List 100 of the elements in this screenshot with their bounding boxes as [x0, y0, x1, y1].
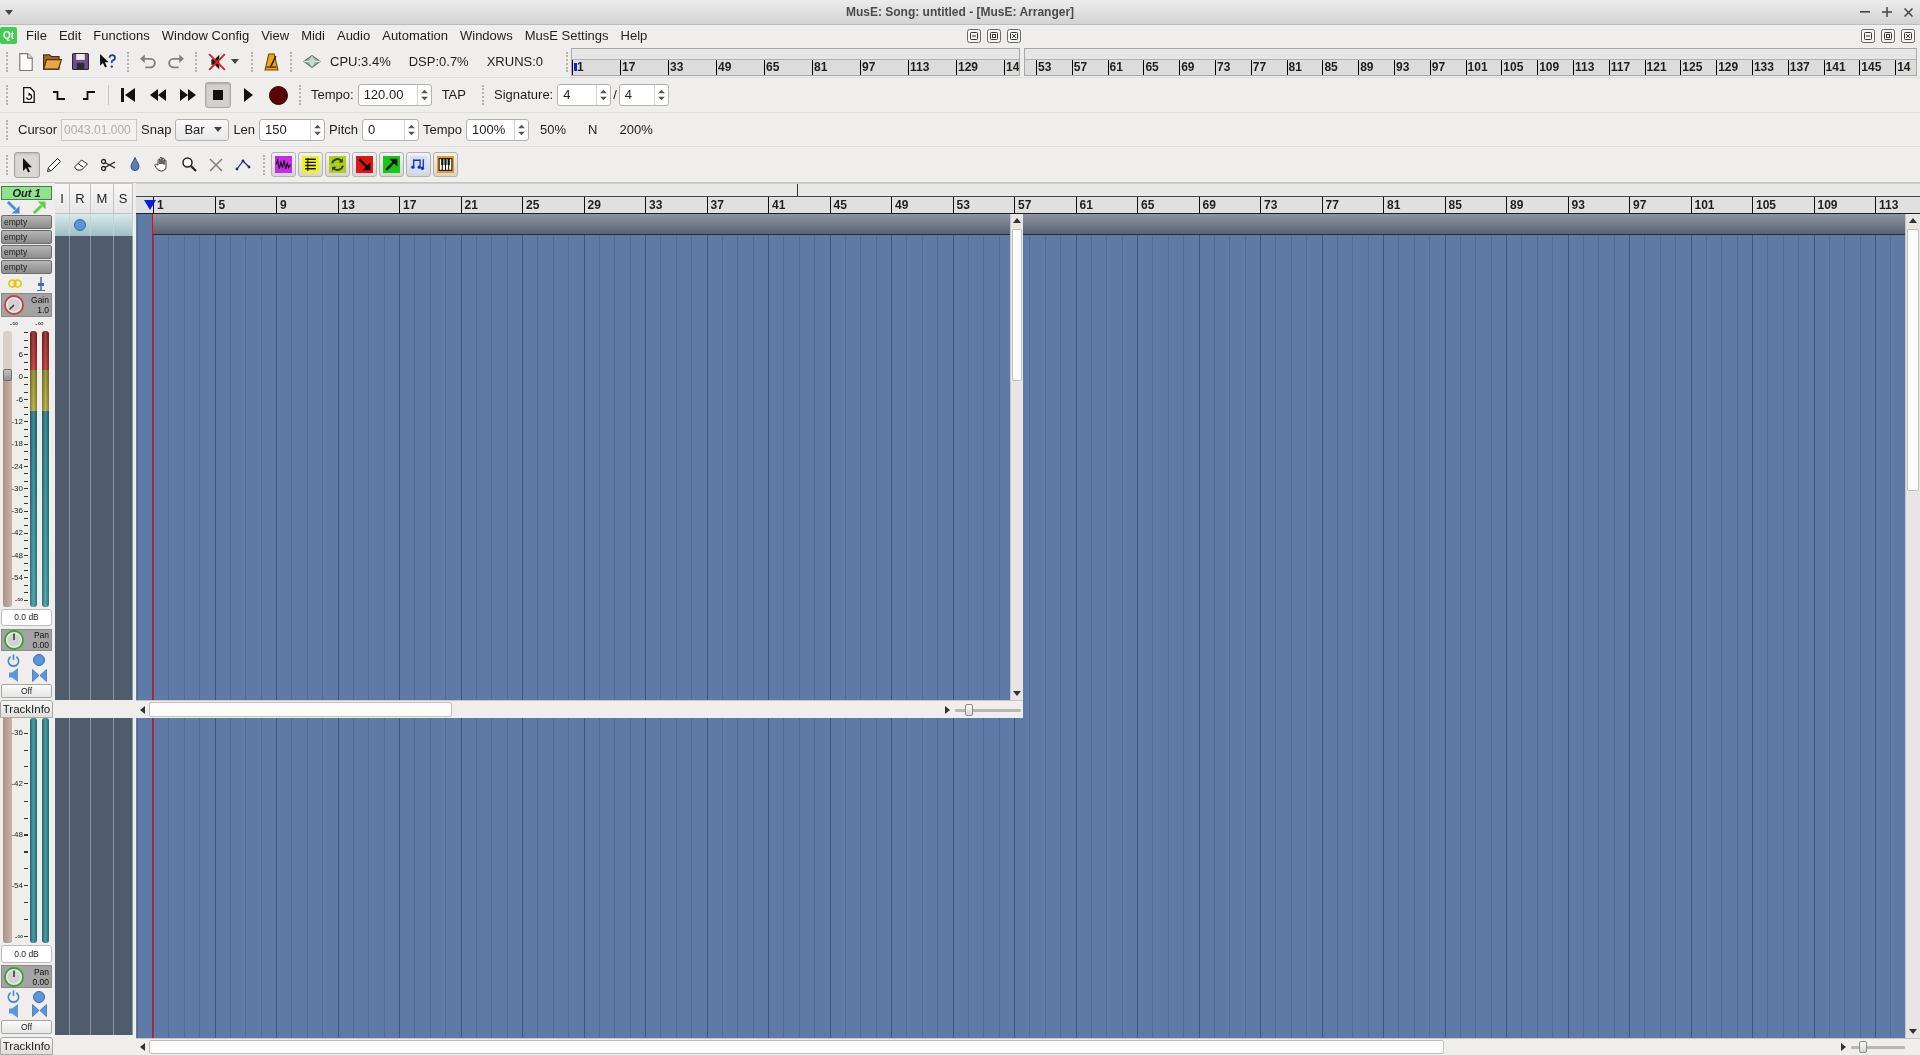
undo-icon[interactable]	[140, 54, 157, 69]
zoom-preset-button[interactable]: 50%	[540, 121, 567, 138]
whats-this-icon[interactable]	[99, 53, 116, 70]
zoom-slider[interactable]	[1851, 1041, 1905, 1053]
column-header[interactable]: S	[114, 183, 133, 214]
circle-icon[interactable]	[33, 654, 46, 667]
arrow-up-icon[interactable]	[1909, 218, 1917, 223]
redo-icon[interactable]	[167, 54, 184, 69]
vertical-scrollbar[interactable]	[1905, 214, 1920, 1038]
scrollbar-thumb[interactable]	[149, 1040, 1444, 1054]
track-info-button[interactable]: TrackInfo	[0, 700, 53, 718]
arrow-up-icon[interactable]	[1013, 218, 1021, 223]
scrollbar-thumb[interactable]	[1012, 229, 1022, 381]
slider-handle[interactable]	[965, 703, 974, 716]
fader-track[interactable]	[3, 718, 12, 943]
menu-item[interactable]: Functions	[87, 26, 156, 45]
knob-icon[interactable]	[4, 630, 24, 650]
scrollbar-thumb[interactable]	[1907, 229, 1919, 491]
effect-slot[interactable]: empty	[1, 215, 52, 229]
track-info-button[interactable]: TrackInfo	[0, 1037, 53, 1055]
column-header[interactable]: M	[91, 183, 114, 214]
circle-icon[interactable]	[74, 219, 86, 231]
metronome-icon[interactable]	[264, 52, 279, 71]
close-icon[interactable]	[1007, 28, 1021, 43]
arrow-down-icon[interactable]	[1909, 1029, 1917, 1034]
track-lane[interactable]	[152, 214, 1905, 235]
menu-item[interactable]: Automation	[376, 26, 454, 45]
tempo-spinbox[interactable]: 100%	[466, 118, 530, 141]
pitch-spinbox[interactable]: 0	[362, 118, 419, 141]
caret-icon[interactable]	[5, 9, 13, 15]
open-folder-icon[interactable]	[43, 53, 62, 70]
zoom-preset-button[interactable]: N	[588, 121, 598, 138]
overview-ruler[interactable]: 53 57 61 65 69 73 77 81 85 89 93 97 101 105 109 113 117 121 125 129 133 137 141 145 14	[1024, 47, 1917, 76]
automation-button[interactable]: Off	[1, 684, 52, 698]
restore-icon[interactable]	[987, 28, 1001, 43]
effect-slot[interactable]: empty	[1, 260, 52, 274]
scrollbar-thumb[interactable]	[149, 702, 452, 717]
zoom-preset-button[interactable]: 200%	[619, 121, 653, 138]
new-file-icon[interactable]	[19, 52, 33, 71]
volume-field[interactable]: 0.0 dB	[1, 609, 52, 626]
music-notes-button[interactable]	[406, 152, 431, 177]
arrow-down-right-icon[interactable]	[7, 200, 21, 214]
menu-item[interactable]: Audio	[330, 26, 377, 45]
close-icon[interactable]	[1904, 7, 1913, 17]
spin-arrows-icon[interactable]	[657, 89, 665, 101]
menu-item[interactable]: MusE Settings	[518, 26, 615, 45]
menu-item[interactable]: File	[20, 26, 53, 45]
effect-slot[interactable]: empty	[1, 245, 52, 259]
power-icon[interactable]	[7, 653, 21, 667]
arrow-up-right-button[interactable]	[379, 152, 404, 177]
spin-arrows-icon[interactable]	[420, 89, 428, 101]
menu-item[interactable]: Windows	[454, 26, 519, 45]
timeline-ruler[interactable]: 1 5 9 13 17 21 25 29 33 37 41 45 49 53 57 61 65 69 73 77 81 85 89 93 97 101 105 109 113	[136, 196, 1920, 214]
speaker-icon[interactable]	[9, 668, 19, 683]
fader-track[interactable]	[3, 331, 12, 607]
piano-keys-button[interactable]	[433, 152, 458, 177]
fader-icon[interactable]	[36, 276, 45, 291]
maximize-icon[interactable]	[1882, 7, 1892, 17]
muted-speaker-icon[interactable]	[208, 52, 226, 71]
tap-button[interactable]: TAP	[441, 87, 466, 103]
slider-handle[interactable]	[1859, 1041, 1868, 1053]
menu-item[interactable]: Edit	[52, 26, 88, 45]
waveform-button[interactable]	[271, 152, 296, 177]
spin-arrows-icon[interactable]	[314, 123, 322, 136]
playhead-marker-icon[interactable]	[144, 200, 156, 210]
zoom-slider[interactable]	[955, 703, 1021, 716]
menu-item[interactable]: View	[255, 26, 296, 45]
menu-item[interactable]: Midi	[295, 26, 331, 45]
length-spinbox[interactable]: 150	[259, 118, 326, 141]
arrow-left-icon[interactable]	[140, 705, 145, 714]
column-header[interactable]: I	[55, 183, 70, 214]
spin-arrows-icon[interactable]	[600, 89, 608, 101]
arrow-left-icon[interactable]	[140, 1043, 145, 1051]
volume-field[interactable]: 0.0 dB	[1, 945, 52, 963]
effect-slot[interactable]: empty	[1, 230, 52, 244]
circle-icon[interactable]	[33, 990, 46, 1003]
speaker-icon[interactable]	[9, 1003, 19, 1018]
refresh-arrows-button[interactable]	[325, 152, 350, 177]
knob-icon[interactable]	[4, 966, 24, 987]
caret-icon[interactable]	[231, 59, 239, 64]
menu-item[interactable]: Help	[614, 26, 654, 45]
bowtie-icon[interactable]	[31, 1004, 47, 1018]
arrow-right-icon[interactable]	[945, 705, 950, 714]
column-header[interactable]: R	[70, 183, 91, 214]
knob-icon[interactable]	[4, 295, 24, 315]
minimize-icon[interactable]	[1861, 28, 1875, 43]
tempo-spinbox[interactable]: 120.00	[357, 84, 432, 106]
automation-button[interactable]: Off	[1, 1020, 52, 1034]
power-icon[interactable]	[7, 990, 21, 1004]
list-button[interactable]	[298, 152, 323, 177]
restore-icon[interactable]	[1881, 28, 1895, 43]
spin-arrows-icon[interactable]	[518, 123, 526, 136]
fader-handle[interactable]	[3, 369, 12, 382]
numerator-spinbox[interactable]: 4	[557, 84, 612, 106]
track-name-label[interactable]: Out 1	[1, 186, 52, 200]
arrow-down-right-button[interactable]	[352, 152, 377, 177]
bowtie-icon[interactable]	[31, 668, 47, 682]
overview-ruler[interactable]: 1 17 33 49 65 81 97 113 129 14	[571, 47, 1020, 76]
close-icon[interactable]	[1901, 28, 1915, 43]
minimize-icon[interactable]	[967, 28, 981, 43]
